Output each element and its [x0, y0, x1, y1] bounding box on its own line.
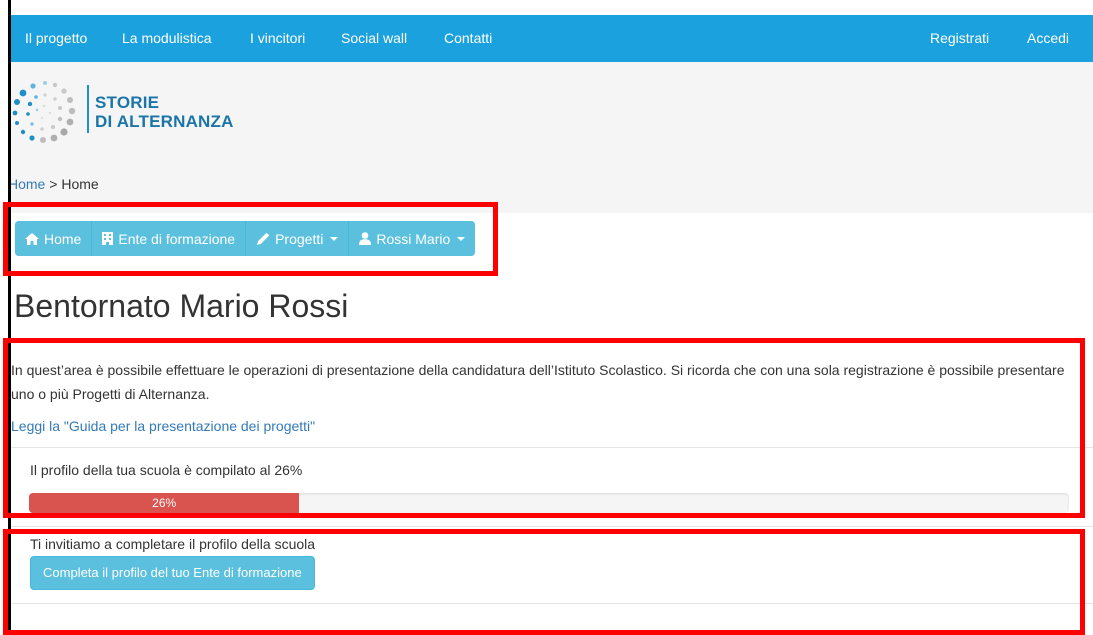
top-navbar: Il progetto La modulistica I vincitori S…	[11, 15, 1093, 62]
logo-wordmark: STORIE DI ALTERNANZA	[95, 93, 234, 131]
nav-contatti[interactable]: Contatti	[444, 30, 492, 46]
profile-progress-label: Il profilo della tua scuola è compilato …	[30, 462, 303, 478]
breadcrumb-home-link[interactable]: Home	[8, 176, 45, 192]
profile-progress-fill: 26%	[29, 493, 300, 513]
page-title: Bentornato Mario Rossi	[14, 288, 349, 324]
nav-la-modulistica[interactable]: La modulistica	[122, 30, 212, 46]
breadcrumb: Home > Home	[8, 176, 99, 192]
nav-registrati[interactable]: Registrati	[930, 30, 989, 46]
progetti-dropdown[interactable]: Progetti	[246, 221, 350, 256]
nav-il-progetto[interactable]: Il progetto	[25, 30, 87, 46]
user-label: Rossi Mario	[376, 230, 451, 247]
chevron-down-icon	[457, 236, 466, 241]
complete-profile-button[interactable]: Completa il profilo del tuo Ente di form…	[30, 556, 315, 590]
nav-social-wall[interactable]: Social wall	[341, 30, 407, 46]
user-icon	[359, 232, 372, 245]
guide-link[interactable]: Leggi la "Guida per la presentazione dei…	[11, 418, 315, 434]
breadcrumb-separator: >	[49, 176, 58, 192]
site-header: STORIE DI ALTERNANZA Home > Home	[8, 62, 1093, 213]
chevron-down-icon	[330, 236, 339, 241]
storie-di-alternanza-logo[interactable]	[9, 77, 81, 149]
logo-divider	[87, 85, 89, 133]
building-icon	[102, 232, 114, 245]
pen-icon	[257, 232, 270, 245]
profile-progress-bar: 26%	[29, 493, 1069, 513]
progetti-label: Progetti	[275, 230, 324, 247]
breadcrumb-current: Home	[61, 176, 99, 192]
ente-button-label: Ente di formazione	[118, 230, 236, 247]
section-divider	[11, 526, 1093, 527]
ente-di-formazione-button[interactable]: Ente di formazione	[92, 221, 247, 256]
user-dropdown[interactable]: Rossi Mario	[349, 221, 476, 256]
invite-text: Ti invitiamo a completare il profilo del…	[30, 536, 316, 552]
logo-line2: DI ALTERNANZA	[95, 112, 234, 131]
home-icon	[25, 232, 39, 245]
nav-accedi[interactable]: Accedi	[1027, 30, 1069, 46]
home-button-label: Home	[44, 230, 82, 247]
section-divider	[11, 447, 1093, 448]
home-button[interactable]: Home	[15, 221, 93, 256]
nav-i-vincitori[interactable]: I vincitori	[250, 30, 305, 46]
section-divider	[11, 603, 1093, 604]
left-border-line	[8, 0, 11, 635]
intro-text: In quest’area è possibile effettuare le …	[11, 362, 1065, 402]
user-nav-group: Home Ente di formazione Progetti Rossi M…	[15, 221, 476, 256]
logo-line1: STORIE	[95, 93, 160, 112]
